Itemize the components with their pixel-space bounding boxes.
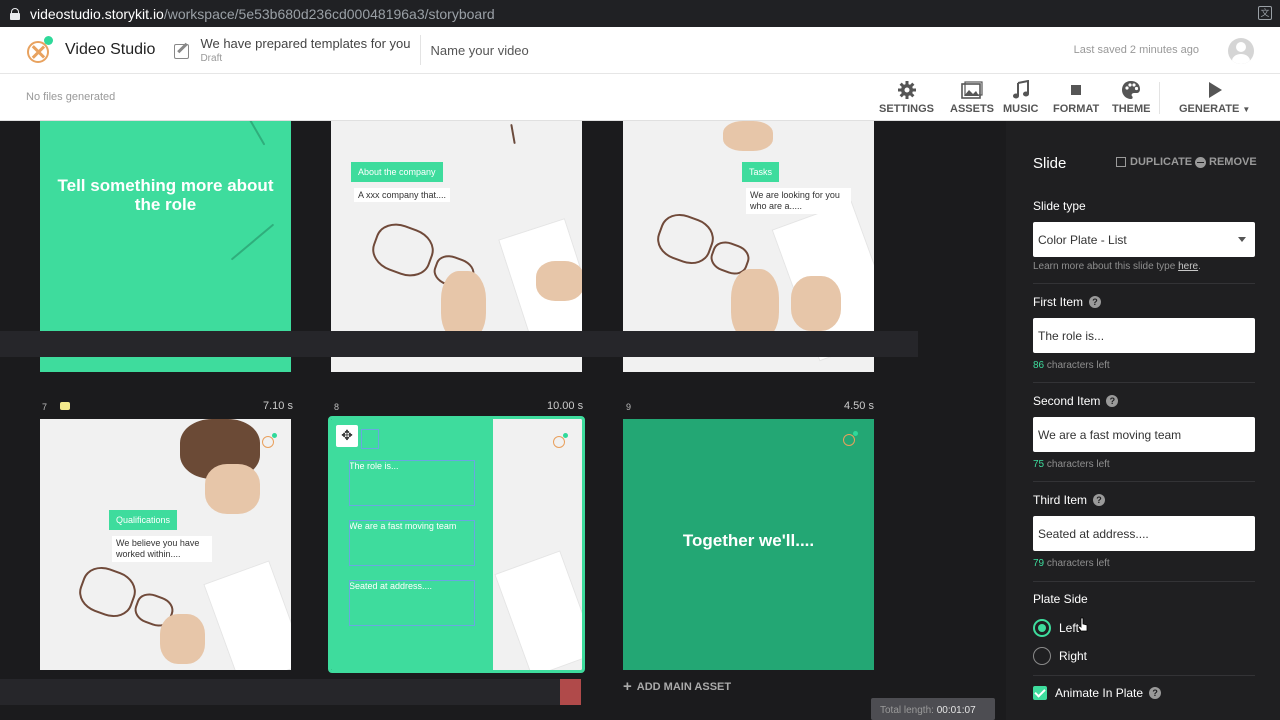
plate-side-right-radio[interactable]: Right bbox=[1033, 647, 1087, 665]
gear-icon bbox=[897, 80, 917, 100]
last-saved-status: Last saved 2 minutes ago bbox=[1073, 44, 1199, 56]
storykit-logo-icon[interactable] bbox=[25, 35, 55, 65]
video-name-input[interactable]: Name your video bbox=[431, 43, 529, 58]
slide-duration: 10.00 s bbox=[547, 400, 584, 412]
plate-side-label: Plate Side bbox=[1033, 592, 1088, 606]
move-handle-icon[interactable]: ✥ bbox=[336, 425, 358, 447]
panel-title: Slide bbox=[1033, 155, 1067, 172]
chevron-down-icon: ▼ bbox=[1242, 105, 1251, 114]
duplicate-button[interactable]: DUPLICATE bbox=[1116, 156, 1192, 168]
second-item-label: Second Item? bbox=[1033, 394, 1119, 408]
hand-cursor-icon bbox=[1077, 617, 1088, 632]
slide-thumbnail-together[interactable]: Together we'll.... bbox=[623, 419, 874, 670]
timeline-playhead[interactable] bbox=[560, 679, 581, 705]
files-status: No files generated bbox=[26, 91, 116, 103]
slide-tag: About the company bbox=[351, 162, 443, 182]
app-header: Video Studio We have prepared templates … bbox=[0, 27, 1280, 74]
slide-heading: Tell something more about the role bbox=[57, 176, 274, 214]
first-item-count: 86 characters left bbox=[1033, 360, 1110, 371]
template-info[interactable]: We have prepared templates for you Draft bbox=[200, 36, 410, 64]
settings-button[interactable]: SETTINGS bbox=[879, 80, 934, 115]
slide-duration: 4.50 s bbox=[844, 400, 874, 412]
brand-logo-icon bbox=[553, 433, 569, 449]
timeline-strip-bottom[interactable] bbox=[0, 679, 580, 705]
slide-tag: Tasks bbox=[742, 162, 780, 182]
translate-icon[interactable]: 文 bbox=[1258, 6, 1272, 20]
total-length-badge: Total length: 00:01:07 bbox=[871, 698, 995, 720]
remove-button[interactable]: REMOVE bbox=[1195, 156, 1257, 168]
add-main-asset-button[interactable]: + ADD MAIN ASSET bbox=[623, 678, 731, 695]
slide-number: 8 bbox=[334, 402, 340, 412]
browser-url-bar[interactable]: videostudio.storykit.io/workspace/5e53b6… bbox=[0, 0, 1280, 27]
theme-button[interactable]: THEME bbox=[1112, 80, 1151, 115]
header-divider bbox=[419, 35, 421, 65]
assets-button[interactable]: ASSETS bbox=[950, 80, 994, 115]
toolbar-divider bbox=[1159, 82, 1160, 114]
slide-type-help-link[interactable]: here bbox=[1178, 261, 1198, 272]
third-item-input[interactable]: Seated at address.... bbox=[1033, 516, 1255, 551]
brand-logo-icon bbox=[262, 433, 278, 449]
slide-settings-panel: Slide DUPLICATE REMOVE Slide type Color … bbox=[1006, 121, 1280, 720]
third-item-label: Third Item? bbox=[1033, 493, 1106, 507]
remove-icon bbox=[1195, 156, 1206, 168]
slide-subtext: We believe you have worked within.... bbox=[112, 536, 212, 562]
slide-type-hint: Learn more about this slide type here. bbox=[1033, 261, 1201, 272]
slide-thumbnail-list-selected[interactable]: ✥ The role is... We are a fast moving te… bbox=[328, 416, 585, 673]
slide-subtext: A xxx company that.... bbox=[354, 188, 451, 202]
second-item-count: 75 characters left bbox=[1033, 459, 1110, 470]
play-icon bbox=[1207, 80, 1223, 100]
address-text[interactable]: videostudio.storykit.io/workspace/5e53b6… bbox=[30, 6, 495, 22]
square-icon bbox=[1069, 80, 1083, 100]
comment-icon[interactable] bbox=[60, 402, 70, 410]
plus-icon: + bbox=[623, 678, 632, 695]
slide-thumbnail-qualifications[interactable]: Qualifications We believe you have worke… bbox=[40, 419, 291, 670]
slide-type-select[interactable]: Color Plate - List bbox=[1033, 222, 1255, 257]
toolbar: No files generated SETTINGS ASSETS MUSIC… bbox=[0, 74, 1280, 121]
image-icon bbox=[961, 80, 983, 100]
slide-type-label: Slide type bbox=[1033, 199, 1086, 213]
help-icon[interactable]: ? bbox=[1089, 296, 1101, 308]
user-avatar[interactable] bbox=[1228, 38, 1254, 64]
music-button[interactable]: MUSIC bbox=[1003, 80, 1038, 115]
slide-tag: Qualifications bbox=[109, 510, 178, 530]
edit-icon[interactable] bbox=[174, 42, 190, 59]
generate-button[interactable]: GENERATE ▼ bbox=[1179, 80, 1250, 115]
duplicate-icon bbox=[1116, 157, 1126, 167]
lock-icon bbox=[10, 7, 20, 20]
animate-in-plate-checkbox[interactable]: Animate In Plate ? bbox=[1033, 686, 1162, 700]
help-icon[interactable]: ? bbox=[1106, 395, 1119, 407]
palette-icon bbox=[1121, 80, 1141, 100]
music-note-icon bbox=[1012, 80, 1030, 100]
slide-number: 9 bbox=[626, 402, 632, 412]
template-title: We have prepared templates for you bbox=[200, 36, 411, 51]
storyboard[interactable]: Tell something more about the role About… bbox=[0, 121, 1006, 720]
slide-number: 7 bbox=[42, 402, 48, 412]
brand-logo-icon bbox=[843, 431, 859, 447]
help-icon[interactable]: ? bbox=[1093, 494, 1106, 506]
slide-duration: 7.10 s bbox=[263, 400, 293, 412]
first-item-label: First Item? bbox=[1033, 295, 1101, 309]
second-item-input[interactable]: We are a fast moving team bbox=[1033, 417, 1255, 452]
slide-heading: Together we'll.... bbox=[682, 531, 815, 550]
format-button[interactable]: FORMAT bbox=[1053, 80, 1099, 115]
help-icon[interactable]: ? bbox=[1149, 687, 1162, 699]
third-item-count: 79 characters left bbox=[1033, 558, 1110, 569]
timeline-strip-top[interactable] bbox=[0, 331, 918, 357]
draft-status: Draft bbox=[200, 53, 223, 64]
plate-side-left-radio[interactable]: Left bbox=[1033, 619, 1079, 637]
caret-down-icon bbox=[1238, 237, 1246, 242]
first-item-input[interactable]: The role is... bbox=[1033, 318, 1255, 353]
app-title: Video Studio bbox=[65, 41, 156, 58]
slide-subtext: We are looking for you who are a..... bbox=[746, 188, 851, 214]
